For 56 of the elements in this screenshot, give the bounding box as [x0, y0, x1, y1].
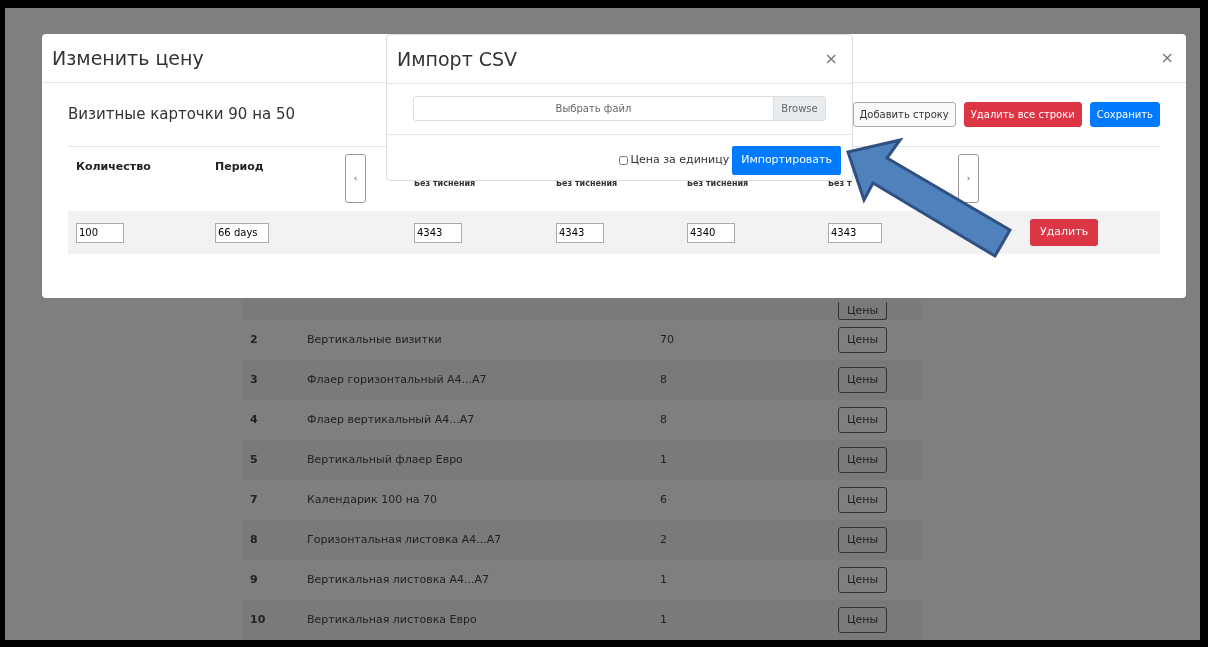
add-row-button[interactable]: Добавить строку [852, 102, 956, 127]
product-count: 1 [660, 572, 667, 586]
column-header: Количество [76, 160, 151, 173]
product-count: 8 [660, 412, 667, 426]
product-name: Вертикальные визитки [307, 332, 442, 346]
delete-all-button[interactable]: Удалить все строки [963, 102, 1082, 127]
row-number: 3 [250, 372, 258, 386]
price-input[interactable]: 66 days [215, 222, 269, 243]
prices-button[interactable]: Цены [838, 301, 888, 320]
product-count: 1 [660, 612, 667, 626]
prices-button[interactable]: Цены [838, 487, 888, 513]
price-input[interactable]: 100 [76, 222, 124, 243]
prices-button[interactable]: Цены [838, 527, 888, 553]
product-name: Горизонтальная листовка А4...А7 [307, 532, 502, 546]
next-button[interactable]: › [958, 154, 979, 203]
prices-button[interactable]: Цены [838, 447, 888, 473]
modal-title: Импорт CSV [397, 46, 518, 72]
save-button[interactable]: Сохранить [1089, 102, 1160, 127]
product-count: 2 [660, 532, 667, 546]
product-name: Вертикальная листовка А4...А7 [307, 572, 490, 586]
row-number: 5 [250, 452, 258, 466]
price-input[interactable]: 4343 [414, 222, 462, 243]
previous-button[interactable]: ‹ [345, 154, 366, 203]
prices-button[interactable]: Цены [838, 367, 888, 393]
row-number: 4 [250, 412, 258, 426]
row-number: 10 [250, 612, 266, 626]
product-name: Вертикальная листовка Евро [307, 612, 477, 626]
import-button[interactable]: Импортировать [732, 146, 841, 175]
product-count: 6 [660, 492, 667, 506]
price-input[interactable]: 4340 [687, 222, 735, 243]
prices-button[interactable]: Цены [838, 407, 888, 433]
delete-button[interactable]: Удалить [1030, 219, 1099, 246]
price-input[interactable]: 4343 [828, 222, 882, 243]
row-number: 7 [250, 492, 258, 506]
column-header: Период [215, 160, 264, 173]
product-count: 8 [660, 372, 667, 386]
product-name: Вертикальный флаер Евро [307, 452, 463, 466]
product-title: Визитные карточки 90 на 50 [68, 104, 295, 126]
product-name: Флаер вертикальный А4...А7 [307, 412, 475, 426]
modal-title: Изменить цену [52, 45, 204, 71]
row-number: 8 [250, 532, 258, 546]
unit-price-checkbox[interactable] [619, 155, 629, 165]
product-name: Флаер горизонтальный А4...А7 [307, 372, 487, 386]
prices-button[interactable]: Цены [838, 327, 888, 353]
price-input[interactable]: 4343 [556, 222, 604, 243]
file-input[interactable]: Выбрать файл Browse [413, 96, 826, 121]
row-number: 2 [250, 332, 258, 346]
close-button[interactable]: × [822, 51, 840, 67]
prices-button[interactable]: Цены [838, 607, 888, 633]
product-count: 1 [660, 452, 667, 466]
product-name: Календарик 100 на 70 [307, 492, 438, 506]
close-button[interactable]: × [1158, 50, 1176, 66]
checkbox-label: Цена за единицу [630, 152, 730, 168]
product-count: 70 [660, 332, 674, 346]
row-number: 9 [250, 572, 258, 586]
prices-button[interactable]: Цены [838, 567, 888, 593]
